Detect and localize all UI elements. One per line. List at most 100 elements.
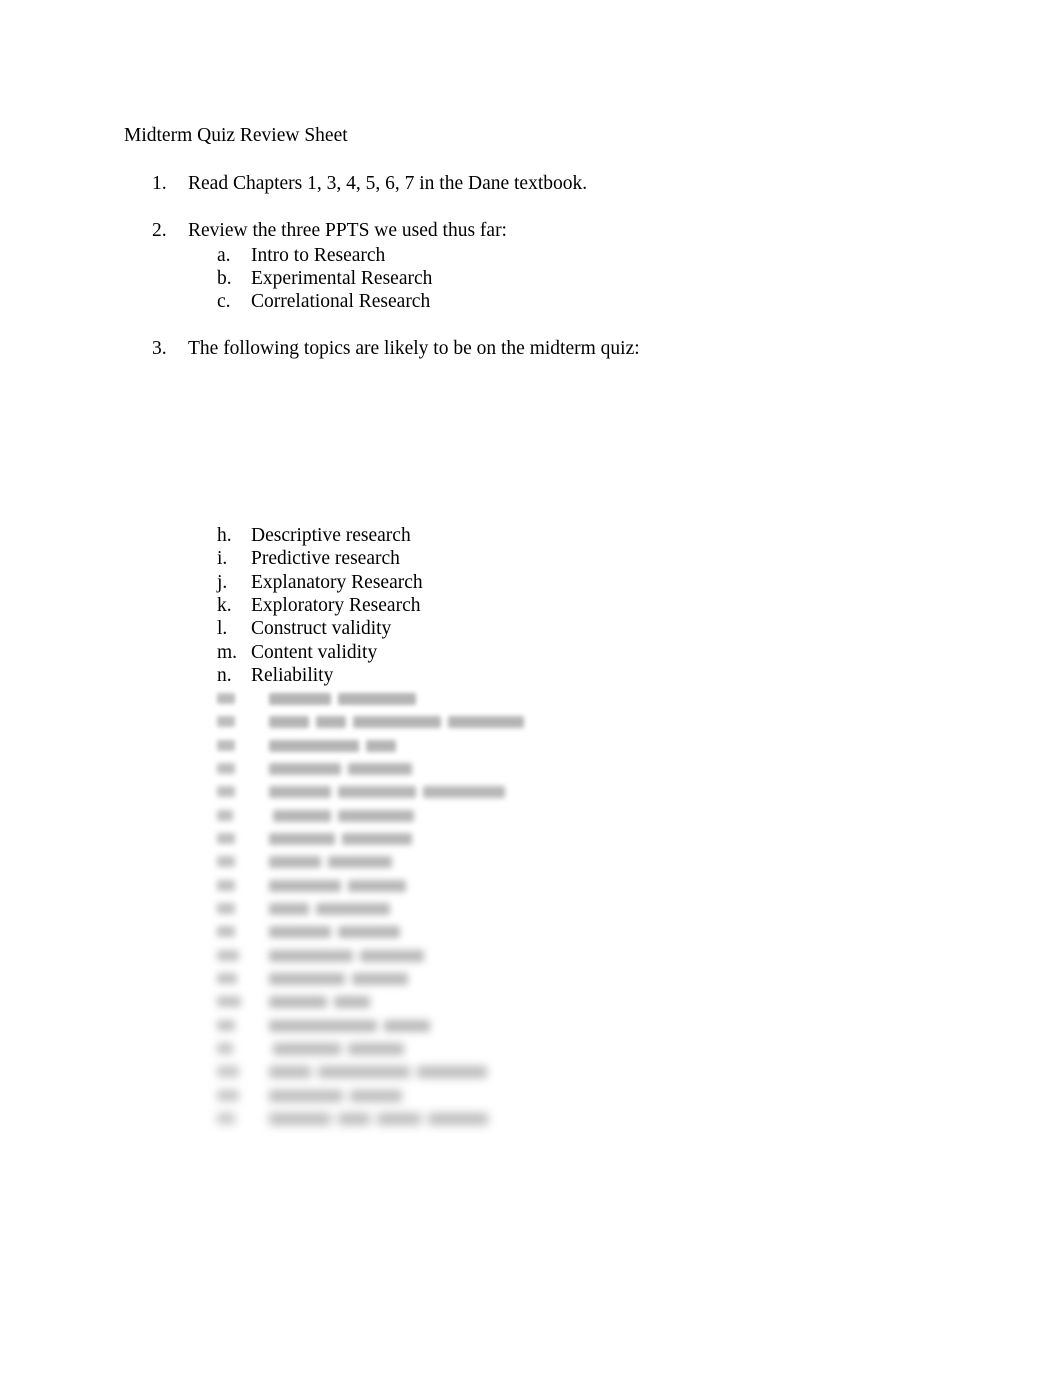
blurred-word — [338, 692, 416, 705]
blurred-list-item — [217, 1041, 404, 1056]
blurred-list-item — [217, 1088, 402, 1103]
document-page: Midterm Quiz Review Sheet 1. Read Chapter… — [0, 0, 1062, 1377]
topic-list-item-5: m. Content validity — [217, 641, 377, 665]
blurred-list-marker — [217, 1066, 239, 1077]
topic-list-item-2: j. Explanatory Research — [217, 571, 423, 595]
blurred-list-item — [217, 831, 412, 846]
blurred-list-marker — [217, 903, 235, 914]
blurred-word — [269, 972, 345, 985]
topic-list-item-6: n. Reliability — [217, 664, 333, 688]
ppt-list-item-0: a. Intro to Research — [217, 244, 385, 268]
list-item-text: Content validity — [251, 642, 378, 663]
list-item-text: Predictive research — [251, 548, 400, 569]
topic-list-item-0: h. Descriptive research — [217, 524, 411, 548]
topic-list-item-1: i. Predictive research — [217, 547, 400, 571]
blurred-list-marker — [217, 763, 235, 774]
blurred-word — [269, 855, 321, 868]
blurred-word — [348, 1042, 404, 1055]
blurred-list-item — [217, 784, 505, 799]
blurred-word — [316, 715, 346, 728]
blurred-list-marker — [217, 926, 235, 937]
blurred-word — [269, 785, 331, 798]
blurred-word — [269, 832, 335, 845]
blurred-list-item — [217, 808, 414, 823]
blurred-list-marker — [217, 996, 241, 1007]
list-item-text: Explanatory Research — [251, 572, 423, 593]
list-item-text: Read Chapters 1, 3, 4, 5, 6, 7 in the Da… — [188, 173, 588, 194]
blurred-word — [269, 739, 359, 752]
blurred-word — [269, 1019, 377, 1032]
blurred-word — [338, 809, 414, 822]
list-item-text: Review the three PPTS we used thus far: — [188, 220, 507, 241]
blurred-word — [428, 1112, 488, 1125]
list-marker: c. — [217, 291, 231, 312]
blurred-list-item — [217, 948, 424, 963]
blurred-list-marker — [217, 810, 233, 821]
list-marker: i. — [217, 548, 228, 569]
blurred-list-item — [217, 994, 370, 1009]
blurred-word — [353, 715, 441, 728]
list-marker: h. — [217, 525, 232, 546]
blurred-list-marker — [217, 716, 235, 727]
blurred-word — [366, 739, 396, 752]
blurred-word — [316, 902, 390, 915]
blurred-list-item — [217, 901, 390, 916]
list-item-text: Experimental Research — [251, 268, 433, 289]
list-marker: m. — [217, 642, 238, 663]
blurred-word — [269, 1112, 331, 1125]
blurred-list-item — [217, 878, 406, 893]
blurred-list-marker — [217, 856, 235, 867]
list-marker: n. — [217, 665, 232, 686]
blurred-list-marker — [217, 1020, 235, 1031]
blurred-word — [269, 1065, 311, 1078]
blurred-list-continuation — [0, 688, 620, 1188]
list-marker: b. — [217, 268, 232, 289]
list-item-text: Correlational Research — [251, 291, 431, 312]
blurred-list-marker — [217, 786, 235, 797]
blurred-word — [350, 1089, 402, 1102]
blurred-list-item — [217, 738, 396, 753]
blurred-word — [348, 879, 406, 892]
blurred-list-marker — [217, 950, 239, 961]
blurred-word — [269, 995, 327, 1008]
blurred-word — [318, 1065, 410, 1078]
numbered-list-item-2: 3. The following topics are likely to be … — [152, 337, 640, 361]
topic-list-item-3: k. Exploratory Research — [217, 594, 420, 618]
blurred-word — [269, 715, 309, 728]
topic-list-item-4: l. Construct validity — [217, 617, 391, 641]
list-marker: l. — [217, 618, 228, 639]
blurred-word — [360, 949, 424, 962]
blurred-word — [269, 902, 309, 915]
page-title: Midterm Quiz Review Sheet — [124, 125, 348, 146]
blurred-word — [377, 1112, 421, 1125]
list-item-text: Construct validity — [251, 618, 392, 639]
ppt-list-item-1: b. Experimental Research — [217, 267, 432, 291]
blurred-word — [269, 692, 331, 705]
blurred-list-marker — [217, 1090, 239, 1101]
blurred-word — [269, 925, 331, 938]
blurred-list-marker — [217, 833, 235, 844]
blurred-list-marker — [217, 1043, 233, 1054]
blurred-list-item — [217, 714, 524, 729]
blurred-list-marker — [217, 973, 237, 984]
list-marker: 1. — [152, 173, 167, 194]
ppt-list-item-2: c. Correlational Research — [217, 290, 430, 314]
blurred-list-item — [217, 1018, 430, 1033]
list-marker: a. — [217, 245, 231, 266]
blurred-list-item — [217, 924, 400, 939]
list-item-text: Exploratory Research — [251, 595, 421, 616]
blurred-word — [328, 855, 392, 868]
list-marker: 3. — [152, 338, 167, 359]
blurred-word — [423, 785, 505, 798]
blurred-word — [448, 715, 524, 728]
blurred-list-item — [217, 971, 408, 986]
blurred-word — [338, 1112, 370, 1125]
list-marker: j. — [217, 572, 228, 593]
blurred-word — [338, 925, 400, 938]
blurred-word — [273, 809, 331, 822]
blurred-list-marker — [217, 740, 235, 751]
blurred-word — [338, 785, 416, 798]
blurred-word — [348, 762, 412, 775]
blurred-word — [269, 879, 341, 892]
list-marker: 2. — [152, 220, 167, 241]
